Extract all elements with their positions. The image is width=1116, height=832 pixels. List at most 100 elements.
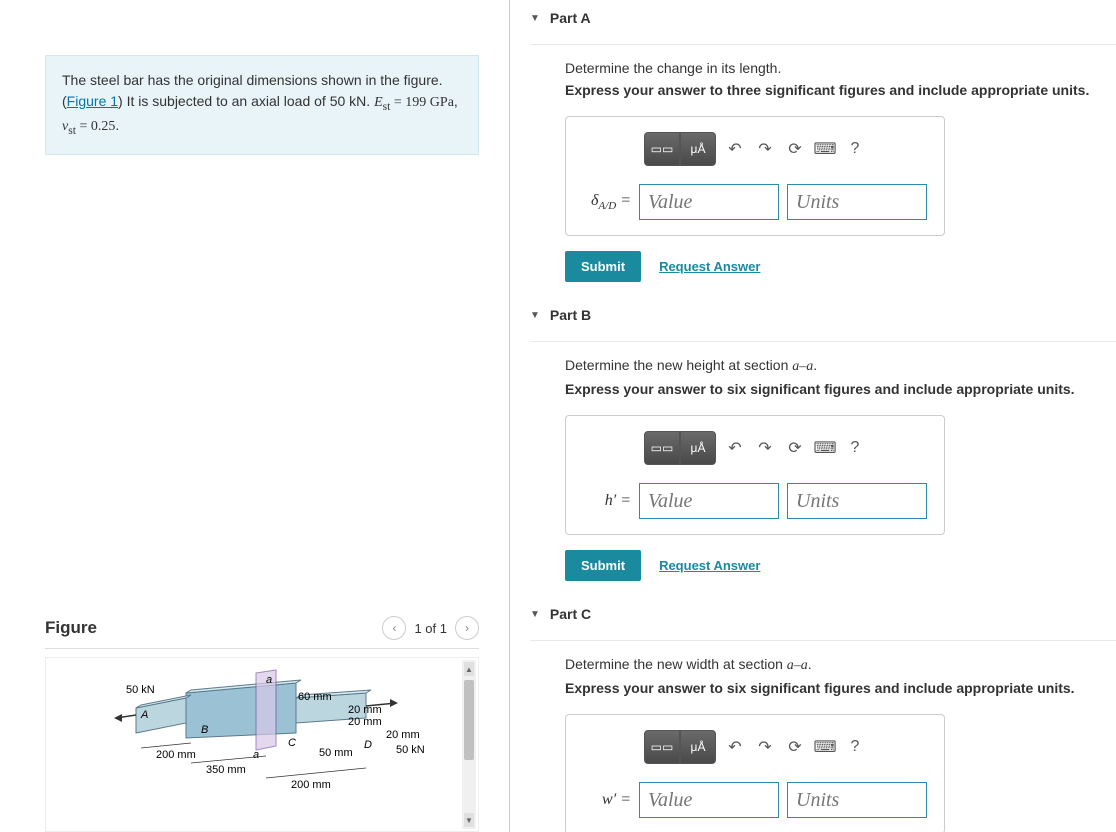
- template-button[interactable]: ▭▭: [644, 730, 680, 764]
- svg-text:200 mm: 200 mm: [156, 749, 196, 761]
- template-button[interactable]: ▭▭: [644, 431, 680, 465]
- part-b-value-input[interactable]: [639, 483, 779, 519]
- undo-icon[interactable]: ↶: [724, 437, 746, 459]
- svg-text:a: a: [266, 674, 272, 686]
- part-b-body: Determine the new height at section a–a.…: [530, 342, 1116, 596]
- problem-end: .: [115, 117, 119, 133]
- symbols-button[interactable]: μÅ: [680, 132, 716, 166]
- figure-viewport: 50 kN A B a a C D 60 mm 20 mm 20 mm 20 m…: [45, 657, 479, 832]
- help-icon[interactable]: ?: [844, 736, 866, 758]
- problem-cont: ) It is subjected to an axial load of 50…: [118, 93, 374, 109]
- part-a-value-input[interactable]: [639, 184, 779, 220]
- help-icon[interactable]: ?: [844, 437, 866, 459]
- keyboard-icon[interactable]: ⌨: [814, 138, 836, 160]
- part-c-var-label: w′ =: [581, 791, 631, 809]
- svg-text:20 mm: 20 mm: [348, 704, 382, 716]
- figure-nav-text: 1 of 1: [414, 621, 447, 636]
- part-a-title: Part A: [550, 10, 591, 26]
- part-c-answer-box: ▭▭ μÅ ↶ ↷ ⟳ ⌨ ? w′ =: [565, 714, 945, 832]
- figure-next-button[interactable]: ›: [455, 616, 479, 640]
- part-b-submit-button[interactable]: Submit: [565, 550, 641, 581]
- svg-text:50 kN: 50 kN: [126, 684, 155, 696]
- redo-icon[interactable]: ↷: [754, 138, 776, 160]
- part-a-toolbar: ▭▭ μÅ ↶ ↷ ⟳ ⌨ ?: [581, 132, 929, 166]
- eq-E: E: [374, 95, 383, 110]
- part-a-var-label: δA/D =: [581, 192, 631, 212]
- reset-icon[interactable]: ⟳: [784, 437, 806, 459]
- redo-icon[interactable]: ↷: [754, 437, 776, 459]
- part-c-instruction: Determine the new width at section a–a.: [565, 656, 1116, 674]
- part-b-title: Part B: [550, 307, 591, 323]
- part-c-instr-pre: Determine the new width at section: [565, 656, 787, 672]
- eq-nu-sub: st: [68, 124, 76, 137]
- problem-statement: The steel bar has the original dimension…: [45, 55, 479, 155]
- part-a-format-hint: Express your answer to three significant…: [565, 82, 1116, 98]
- help-icon[interactable]: ?: [844, 138, 866, 160]
- caret-down-icon: ▼: [530, 310, 540, 321]
- undo-icon[interactable]: ↶: [724, 736, 746, 758]
- figure-section: Figure ‹ 1 of 1 ›: [45, 608, 479, 832]
- symbols-button[interactable]: μÅ: [680, 431, 716, 465]
- scroll-down-icon[interactable]: ▼: [464, 813, 474, 827]
- part-b-header[interactable]: ▼ Part B: [530, 297, 1116, 333]
- eq-E-val: = 199 GPa: [390, 95, 454, 110]
- template-button[interactable]: ▭▭: [644, 132, 680, 166]
- part-c-header[interactable]: ▼ Part C: [530, 596, 1116, 632]
- part-c-value-input[interactable]: [639, 782, 779, 818]
- reset-icon[interactable]: ⟳: [784, 138, 806, 160]
- undo-icon[interactable]: ↶: [724, 138, 746, 160]
- part-b-instr-var: a–a: [792, 359, 813, 374]
- svg-text:350 mm: 350 mm: [206, 764, 246, 776]
- right-pane: ▼ Part A Determine the change in its len…: [510, 0, 1116, 832]
- symbols-button[interactable]: μÅ: [680, 730, 716, 764]
- part-b-toolbar: ▭▭ μÅ ↶ ↷ ⟳ ⌨ ?: [581, 431, 929, 465]
- part-b-instr-pre: Determine the new height at section: [565, 357, 792, 373]
- part-a-header[interactable]: ▼ Part A: [530, 0, 1116, 36]
- part-a-request-answer-link[interactable]: Request Answer: [659, 259, 760, 274]
- part-c-format-hint: Express your answer to six significant f…: [565, 680, 1116, 696]
- svg-text:D: D: [364, 739, 372, 751]
- reset-icon[interactable]: ⟳: [784, 736, 806, 758]
- svg-text:a: a: [253, 749, 259, 761]
- svg-text:B: B: [201, 724, 208, 736]
- part-c-toolbar: ▭▭ μÅ ↶ ↷ ⟳ ⌨ ?: [581, 730, 929, 764]
- part-a-body: Determine the change in its length. Expr…: [530, 45, 1116, 297]
- part-b-units-input[interactable]: [787, 483, 927, 519]
- part-c-title: Part C: [550, 606, 591, 622]
- part-b-var-label: h′ =: [581, 492, 631, 510]
- part-c-body: Determine the new width at section a–a. …: [530, 641, 1116, 832]
- part-b-instruction: Determine the new height at section a–a.: [565, 357, 1116, 375]
- scroll-thumb[interactable]: [464, 680, 474, 760]
- part-c-instr-post: .: [808, 656, 812, 672]
- svg-text:60 mm: 60 mm: [298, 691, 332, 703]
- part-b-answer-box: ▭▭ μÅ ↶ ↷ ⟳ ⌨ ? h′ =: [565, 415, 945, 535]
- part-b-instr-post: .: [813, 357, 817, 373]
- part-a-submit-button[interactable]: Submit: [565, 251, 641, 282]
- part-c-instr-var: a–a: [787, 658, 808, 673]
- svg-text:A: A: [140, 709, 148, 721]
- part-b-format-hint: Express your answer to six significant f…: [565, 381, 1116, 397]
- figure-diagram: 50 kN A B a a C D 60 mm 20 mm 20 mm 20 m…: [66, 668, 446, 818]
- part-a-instruction: Determine the change in its length.: [565, 60, 1116, 76]
- part-c-units-input[interactable]: [787, 782, 927, 818]
- figure-title: Figure: [45, 618, 97, 638]
- svg-text:50 kN: 50 kN: [396, 744, 425, 756]
- keyboard-icon[interactable]: ⌨: [814, 437, 836, 459]
- part-a-answer-box: ▭▭ μÅ ↶ ↷ ⟳ ⌨ ? δA/D =: [565, 116, 945, 236]
- part-b-request-answer-link[interactable]: Request Answer: [659, 558, 760, 573]
- svg-text:C: C: [288, 737, 296, 749]
- scroll-up-icon[interactable]: ▲: [464, 662, 474, 676]
- svg-text:200 mm: 200 mm: [291, 779, 331, 791]
- left-pane: The steel bar has the original dimension…: [0, 0, 510, 832]
- svg-text:20 mm: 20 mm: [348, 716, 382, 728]
- eq-nu-val: = 0.25: [76, 119, 115, 134]
- figure-prev-button[interactable]: ‹: [382, 616, 406, 640]
- keyboard-icon[interactable]: ⌨: [814, 736, 836, 758]
- figure-scrollbar[interactable]: ▲ ▼: [462, 660, 476, 829]
- redo-icon[interactable]: ↷: [754, 736, 776, 758]
- svg-text:20 mm: 20 mm: [386, 729, 420, 741]
- caret-down-icon: ▼: [530, 13, 540, 24]
- part-a-units-input[interactable]: [787, 184, 927, 220]
- sep: ,: [454, 93, 458, 109]
- figure-link[interactable]: Figure 1: [67, 93, 118, 109]
